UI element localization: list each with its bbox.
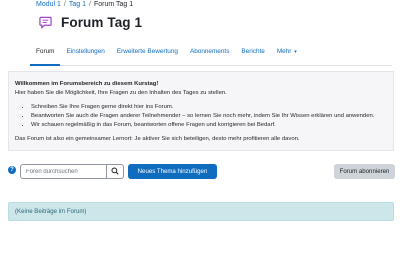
page-header: Forum Tag 1 bbox=[38, 15, 142, 30]
tab-einstellungen[interactable]: Einstellungen bbox=[60, 44, 110, 66]
forum-icon bbox=[38, 16, 52, 30]
tab-berichte[interactable]: Berichte bbox=[235, 44, 270, 66]
tab-erweiterte-bewertung[interactable]: Erweiterte Bewertung bbox=[111, 44, 184, 66]
secondary-navigation: Forum Einstellungen Erweiterte Bewertung… bbox=[30, 44, 392, 66]
breadcrumb-link-modul[interactable]: Modul 1 bbox=[36, 1, 61, 8]
tab-abonnements[interactable]: Abonnements bbox=[184, 44, 235, 66]
intro-list-item: Schreiben Sie Ihre Fragen gerne direkt h… bbox=[31, 103, 387, 112]
intro-list-item: Wir schauen regelmäßig in das Forum, bea… bbox=[31, 121, 387, 130]
intro-list-item: Beantworten Sie auch die Fragen anderer … bbox=[31, 112, 387, 121]
empty-forum-alert: (Keine Beiträge im Forum) bbox=[8, 202, 394, 221]
breadcrumb-current: Forum Tag 1 bbox=[93, 1, 134, 8]
subscribe-forum-button[interactable]: Forum abonnieren bbox=[334, 164, 395, 179]
forum-controls: ? Neues Thema hinzufügen Forum abonniere… bbox=[8, 164, 398, 180]
intro-footer: Das Forum ist also ein gemeinsamer Lerno… bbox=[15, 136, 300, 142]
forum-intro: Willkommen im Forumsbereich zu diesem Ku… bbox=[8, 71, 394, 151]
breadcrumb-link-tag[interactable]: Tag 1 bbox=[69, 1, 86, 8]
intro-list: Schreiben Sie Ihre Fragen gerne direkt h… bbox=[31, 103, 387, 130]
add-topic-button[interactable]: Neues Thema hinzufügen bbox=[128, 164, 217, 179]
search-icon bbox=[111, 166, 119, 177]
breadcrumb: Modul 1 / Tag 1 / Forum Tag 1 bbox=[36, 1, 133, 8]
breadcrumb-separator: / bbox=[88, 1, 91, 8]
help-icon[interactable]: ? bbox=[8, 166, 16, 174]
search-input[interactable] bbox=[21, 165, 107, 178]
tab-mehr-label: Mehr bbox=[276, 48, 292, 55]
breadcrumb-separator: / bbox=[63, 1, 66, 8]
search-box bbox=[20, 164, 124, 179]
tab-forum[interactable]: Forum bbox=[30, 44, 61, 66]
search-button[interactable] bbox=[106, 165, 123, 178]
chevron-down-icon: ▾ bbox=[294, 49, 297, 55]
intro-subheading: Hier haben Sie die Möglichkeit, Ihre Fra… bbox=[15, 90, 227, 96]
page-title: Forum Tag 1 bbox=[61, 15, 143, 30]
tab-mehr[interactable]: Mehr ▾ bbox=[271, 44, 303, 66]
intro-heading: Willkommen im Forumsbereich zu diesem Ku… bbox=[15, 81, 159, 87]
